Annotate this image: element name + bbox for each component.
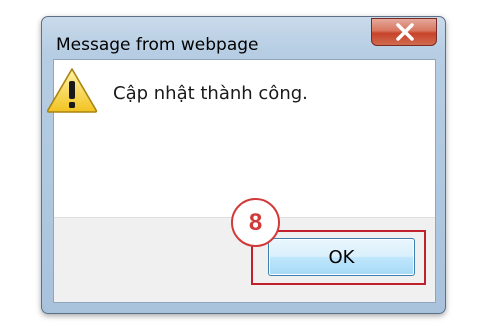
close-icon <box>396 23 414 41</box>
step-number-badge: 8 <box>231 198 280 247</box>
dialog-message: Cập nhật thành công. <box>113 83 308 104</box>
dialog-title: Message from webpage <box>56 35 259 55</box>
ok-button[interactable]: OK <box>268 238 415 276</box>
warning-icon <box>46 68 98 113</box>
close-button[interactable] <box>371 18 437 46</box>
dialog-titlebar[interactable]: Message from webpage <box>42 17 445 57</box>
